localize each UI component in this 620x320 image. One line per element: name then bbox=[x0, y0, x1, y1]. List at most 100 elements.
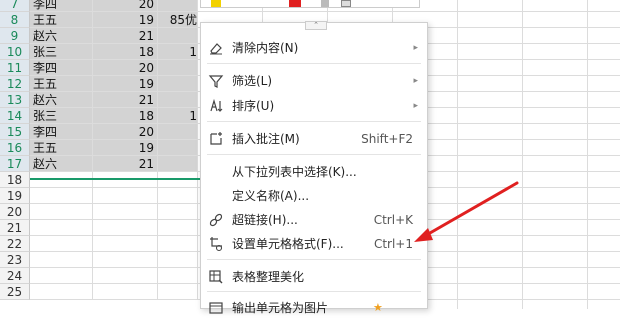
sort-icon bbox=[210, 98, 223, 112]
fill-color-icon[interactable] bbox=[211, 0, 221, 7]
menu-item-sort[interactable]: 排序(U) ▸ bbox=[201, 94, 427, 118]
score-cell[interactable]: 18 bbox=[93, 108, 158, 124]
name-cell[interactable] bbox=[30, 284, 93, 300]
row-header[interactable]: 7 bbox=[0, 0, 30, 12]
score-cell[interactable] bbox=[93, 284, 158, 300]
name-cell[interactable]: 李四 bbox=[30, 124, 93, 140]
row-header[interactable]: 15 bbox=[0, 124, 30, 140]
extra-cell[interactable] bbox=[158, 124, 198, 140]
name-cell[interactable] bbox=[30, 252, 93, 268]
row-header[interactable]: 22 bbox=[0, 236, 30, 252]
filter-icon bbox=[208, 75, 224, 88]
extra-cell[interactable] bbox=[158, 60, 198, 76]
row-header[interactable]: 11 bbox=[0, 60, 30, 76]
extra-cell[interactable]: 1 bbox=[158, 108, 198, 124]
merge-icon[interactable] bbox=[341, 0, 351, 7]
name-cell[interactable] bbox=[30, 188, 93, 204]
menu-item-label: 超链接(H)... bbox=[232, 213, 298, 227]
submenu-arrow-icon: ▸ bbox=[413, 101, 418, 111]
name-cell[interactable]: 张三 bbox=[30, 44, 93, 60]
menu-separator bbox=[207, 291, 421, 292]
name-cell[interactable] bbox=[30, 236, 93, 252]
menu-item-pick-from-list[interactable]: 从下拉列表中选择(K)... bbox=[201, 160, 427, 184]
image-export-icon bbox=[209, 302, 223, 314]
extra-cell[interactable] bbox=[158, 284, 198, 300]
score-cell[interactable]: 18 bbox=[93, 44, 158, 60]
name-cell[interactable] bbox=[30, 220, 93, 236]
menu-item-insert-comment[interactable]: 插入批注(M) Shift+F2 bbox=[201, 127, 427, 151]
score-cell[interactable] bbox=[93, 172, 158, 188]
extra-cell[interactable] bbox=[158, 76, 198, 92]
row-header[interactable]: 13 bbox=[0, 92, 30, 108]
name-cell[interactable] bbox=[30, 204, 93, 220]
row-header[interactable]: 20 bbox=[0, 204, 30, 220]
menu-separator bbox=[207, 121, 421, 122]
name-cell[interactable]: 王五 bbox=[30, 140, 93, 156]
extra-cell[interactable] bbox=[158, 156, 198, 172]
menu-item-clear-content[interactable]: 清除内容(N) ▸ bbox=[201, 36, 427, 60]
row-header[interactable]: 9 bbox=[0, 28, 30, 44]
score-cell[interactable]: 21 bbox=[93, 156, 158, 172]
extra-cell[interactable] bbox=[158, 28, 198, 44]
name-cell[interactable]: 王五 bbox=[30, 12, 93, 28]
row-header[interactable]: 16 bbox=[0, 140, 30, 156]
menu-item-define-name[interactable]: 定义名称(A)... bbox=[201, 184, 427, 208]
row-header[interactable]: 14 bbox=[0, 108, 30, 124]
menu-collapse-handle[interactable]: ⌃ bbox=[305, 21, 327, 30]
row-header[interactable]: 25 bbox=[0, 284, 30, 300]
row-header[interactable]: 19 bbox=[0, 188, 30, 204]
score-cell[interactable]: 20 bbox=[93, 60, 158, 76]
row-header[interactable]: 18 bbox=[0, 172, 30, 188]
extra-cell[interactable] bbox=[158, 172, 198, 188]
extra-cell[interactable] bbox=[158, 188, 198, 204]
extra-cell[interactable] bbox=[158, 92, 198, 108]
score-cell[interactable] bbox=[93, 188, 158, 204]
name-cell[interactable] bbox=[30, 268, 93, 284]
extra-cell[interactable] bbox=[158, 204, 198, 220]
extra-cell[interactable] bbox=[158, 236, 198, 252]
font-color-icon[interactable] bbox=[289, 0, 301, 7]
name-cell[interactable]: 张三 bbox=[30, 108, 93, 124]
border-icon[interactable] bbox=[321, 0, 329, 7]
row-header[interactable]: 8 bbox=[0, 12, 30, 28]
menu-item-label: 排序(U) bbox=[232, 99, 275, 113]
name-cell[interactable]: 李四 bbox=[30, 60, 93, 76]
extra-cell[interactable]: 85优秀 bbox=[158, 12, 198, 28]
menu-item-export-image[interactable]: 输出单元格为图片 ★ bbox=[201, 296, 427, 320]
extra-cell[interactable] bbox=[158, 220, 198, 236]
row-header[interactable]: 12 bbox=[0, 76, 30, 92]
menu-item-table-beautify[interactable]: 表格整理美化 bbox=[201, 265, 427, 289]
score-cell[interactable] bbox=[93, 220, 158, 236]
score-cell[interactable]: 20 bbox=[93, 124, 158, 140]
name-cell[interactable] bbox=[30, 172, 93, 188]
name-cell[interactable]: 赵六 bbox=[30, 92, 93, 108]
row-header[interactable]: 17 bbox=[0, 156, 30, 172]
format-cells-icon bbox=[210, 237, 223, 252]
score-cell[interactable] bbox=[93, 268, 158, 284]
name-cell[interactable]: 赵六 bbox=[30, 28, 93, 44]
name-cell[interactable]: 赵六 bbox=[30, 156, 93, 172]
name-cell[interactable]: 王五 bbox=[30, 76, 93, 92]
menu-item-hyperlink[interactable]: 超链接(H)... Ctrl+K bbox=[201, 208, 427, 232]
score-cell[interactable] bbox=[93, 252, 158, 268]
row-header[interactable]: 21 bbox=[0, 220, 30, 236]
row-header[interactable]: 24 bbox=[0, 268, 30, 284]
score-cell[interactable]: 21 bbox=[93, 92, 158, 108]
extra-cell[interactable] bbox=[158, 252, 198, 268]
row-header[interactable]: 10 bbox=[0, 44, 30, 60]
extra-cell[interactable]: 1 bbox=[158, 44, 198, 60]
menu-item-format-cells[interactable]: 设置单元格格式(F)... Ctrl+1 bbox=[201, 232, 427, 256]
score-cell[interactable]: 21 bbox=[93, 28, 158, 44]
score-cell[interactable]: 19 bbox=[93, 140, 158, 156]
score-cell[interactable]: 19 bbox=[93, 12, 158, 28]
menu-item-label: 表格整理美化 bbox=[232, 270, 305, 284]
score-cell[interactable]: 19 bbox=[93, 76, 158, 92]
menu-item-filter[interactable]: 筛选(L) ▸ bbox=[201, 69, 427, 93]
link-icon bbox=[209, 213, 223, 227]
score-cell[interactable] bbox=[93, 204, 158, 220]
row-header[interactable]: 23 bbox=[0, 252, 30, 268]
menu-separator bbox=[207, 154, 421, 155]
extra-cell[interactable] bbox=[158, 140, 198, 156]
score-cell[interactable] bbox=[93, 236, 158, 252]
extra-cell[interactable] bbox=[158, 268, 198, 284]
